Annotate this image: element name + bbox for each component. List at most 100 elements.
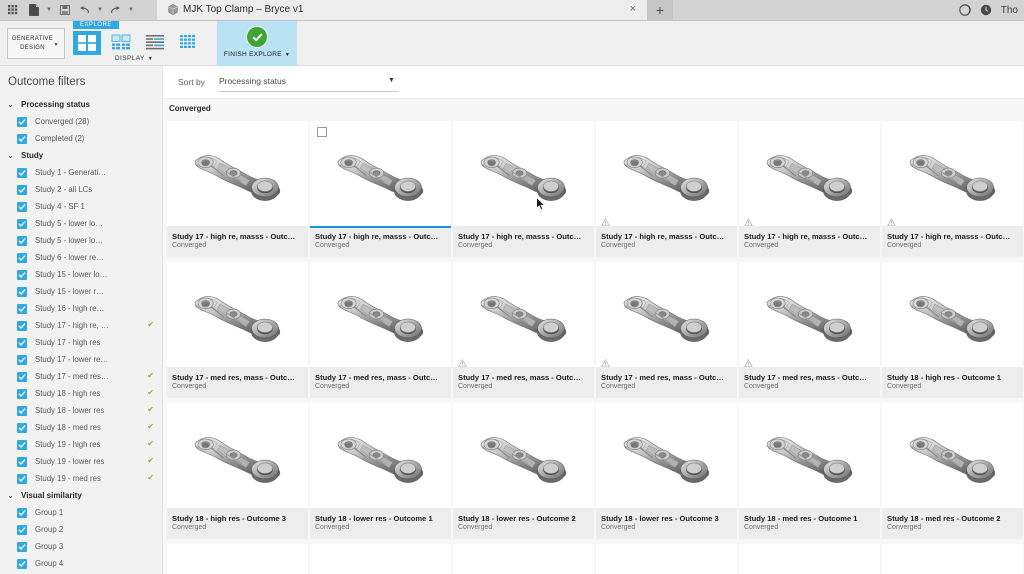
filter-checkbox[interactable] [17, 456, 27, 467]
chevron-down-icon[interactable]: ⌄ [6, 100, 15, 109]
outcome-card-thumbnail[interactable] [739, 262, 880, 367]
filter-item[interactable]: Study 17 - med res… ✔ [0, 368, 162, 385]
outcome-card-thumbnail[interactable] [310, 403, 451, 508]
filter-item[interactable]: Study 18 - med res ✔ [0, 419, 162, 436]
outcome-card-thumbnail[interactable] [167, 262, 308, 367]
outcome-card-thumbnail[interactable] [453, 121, 594, 226]
filter-item[interactable]: Study 17 - high res [0, 334, 162, 351]
outcome-card-thumbnail[interactable] [596, 262, 737, 367]
filter-checkbox[interactable] [17, 235, 27, 246]
grid-view-icon[interactable] [73, 31, 101, 55]
outcome-card-thumbnail[interactable] [882, 262, 1023, 367]
outcome-card[interactable]: Study 18 - lower res - Outcome 2 Converge… [453, 403, 594, 539]
outcome-card-thumbnail[interactable] [310, 121, 451, 226]
list-view-icon[interactable] [107, 31, 135, 55]
outcome-card[interactable]: Study 17 - med res, mass - Outc… Converge… [739, 262, 880, 398]
filter-item[interactable]: Converged (28) [0, 113, 162, 130]
outcome-card-thumbnail[interactable] [310, 262, 451, 367]
filter-item[interactable]: Study 15 - lower lo… [0, 266, 162, 283]
undo-caret-icon[interactable]: ▼ [96, 7, 104, 13]
chevron-down-icon[interactable]: ▼ [54, 42, 59, 48]
filter-checkbox[interactable] [17, 354, 27, 365]
filter-item[interactable]: Study 17 - lower re… [0, 351, 162, 368]
outcome-card[interactable]: Study 18 - high res - Outcome 3 Converged [167, 403, 308, 539]
outcome-card-thumbnail[interactable] [882, 121, 1023, 226]
outcome-card[interactable]: Study 18 - med res - Outcome 1 Converged [739, 403, 880, 539]
outcome-card-thumbnail[interactable] [596, 403, 737, 508]
filter-checkbox[interactable] [17, 184, 27, 195]
table-view-icon[interactable] [175, 31, 203, 55]
outcome-card-thumbnail[interactable] [882, 403, 1023, 508]
filter-checkbox[interactable] [17, 337, 27, 348]
outcome-card[interactable]: Study 17 - med res, mass - Outc… Converge… [167, 262, 308, 398]
filter-group-header[interactable]: ⌄ Processing status [0, 96, 162, 113]
outcome-card-thumbnail[interactable] [167, 121, 308, 226]
filter-item[interactable]: Study 17 - high re, … ✔ [0, 317, 162, 334]
outcome-card[interactable] [310, 544, 451, 574]
filter-item[interactable]: Study 5 - lower lo… [0, 232, 162, 249]
outcome-card[interactable]: Study 18 - lower res - Outcome 3 Converge… [596, 403, 737, 539]
filter-checkbox[interactable] [17, 422, 27, 433]
outcome-card-thumbnail[interactable] [453, 403, 594, 508]
outcome-card[interactable] [882, 544, 1023, 574]
filter-item[interactable]: Study 19 - high res ✔ [0, 436, 162, 453]
outcome-card[interactable]: Study 17 - high re, masss - Outc… Converg… [310, 121, 451, 257]
filter-item[interactable]: Group 4 [0, 555, 162, 572]
job-status-icon[interactable] [980, 4, 993, 17]
outcome-card-thumbnail[interactable] [453, 262, 594, 367]
filter-checkbox[interactable] [17, 201, 27, 212]
outcome-card[interactable] [596, 544, 737, 574]
outcome-card[interactable] [167, 544, 308, 574]
chevron-down-icon[interactable]: ⌄ [6, 491, 15, 500]
filter-item[interactable]: Study 5 - lower lo… [0, 215, 162, 232]
chevron-down-icon[interactable]: ⌄ [6, 151, 15, 160]
redo-caret-icon[interactable]: ▼ [127, 7, 135, 13]
detail-view-icon[interactable] [141, 31, 169, 55]
outcome-card[interactable]: Study 17 - high re, masss - Outc… Converg… [739, 121, 880, 257]
outcome-card-thumbnail[interactable] [739, 403, 880, 508]
outcome-card[interactable]: Study 17 - high re, masss - Outc… Converg… [596, 121, 737, 257]
finish-explore-panel[interactable]: FINISH EXPLORE ▼ [217, 21, 297, 66]
outcome-card[interactable]: Study 18 - med res - Outcome 2 Converged [882, 403, 1023, 539]
filter-checkbox[interactable] [17, 320, 27, 331]
chevron-down-icon[interactable]: ▼ [148, 56, 153, 62]
outcome-card[interactable] [453, 544, 594, 574]
close-icon[interactable]: × [625, 4, 641, 15]
filter-item[interactable]: Study 1 - Generati… [0, 164, 162, 181]
filter-item[interactable]: Group 1 [0, 504, 162, 521]
filter-checkbox[interactable] [17, 303, 27, 314]
filter-item[interactable]: Study 19 - lower res ✔ [0, 453, 162, 470]
filter-checkbox[interactable] [17, 371, 27, 382]
filter-item[interactable]: Group 2 [0, 521, 162, 538]
filter-item[interactable]: Study 19 - med res ✔ [0, 470, 162, 487]
chevron-down-icon[interactable]: ▼ [285, 52, 290, 58]
outcome-card-thumbnail[interactable] [596, 544, 737, 574]
grid-apps-icon[interactable] [5, 2, 22, 19]
help-icon[interactable] [959, 4, 972, 17]
outcome-card-checkbox[interactable] [317, 127, 327, 137]
filter-checkbox[interactable] [17, 473, 27, 484]
save-icon[interactable] [56, 2, 73, 19]
filter-item[interactable]: Study 18 - high res ✔ [0, 385, 162, 402]
outcome-card-thumbnail[interactable] [167, 544, 308, 574]
outcome-card[interactable]: Study 17 - high re, masss - Outc… Converg… [882, 121, 1023, 257]
new-document-icon[interactable] [25, 2, 42, 19]
outcome-card[interactable]: Study 17 - med res, mass - Outc… Converge… [453, 262, 594, 398]
filter-item[interactable]: Group 3 [0, 538, 162, 555]
filter-checkbox[interactable] [17, 167, 27, 178]
outcome-card-thumbnail[interactable] [739, 544, 880, 574]
outcome-card-thumbnail[interactable] [453, 544, 594, 574]
filter-checkbox[interactable] [17, 541, 27, 552]
outcome-card[interactable]: Study 18 - high res - Outcome 1 Converged [882, 262, 1023, 398]
outcome-card-thumbnail[interactable] [596, 121, 737, 226]
filter-checkbox[interactable] [17, 269, 27, 280]
outcome-card[interactable] [739, 544, 880, 574]
filter-checkbox[interactable] [17, 286, 27, 297]
outcome-grid-scroll[interactable]: Study 17 - high re, masss - Outc… Converg… [163, 118, 1024, 574]
document-tab[interactable]: MJK Top Clamp – Bryce v1 × [157, 0, 647, 20]
outcome-card-thumbnail[interactable] [310, 544, 451, 574]
filter-checkbox[interactable] [17, 133, 27, 144]
filter-item[interactable]: Completed (2) [0, 130, 162, 147]
outcome-card-thumbnail[interactable] [739, 121, 880, 226]
filter-checkbox[interactable] [17, 507, 27, 518]
